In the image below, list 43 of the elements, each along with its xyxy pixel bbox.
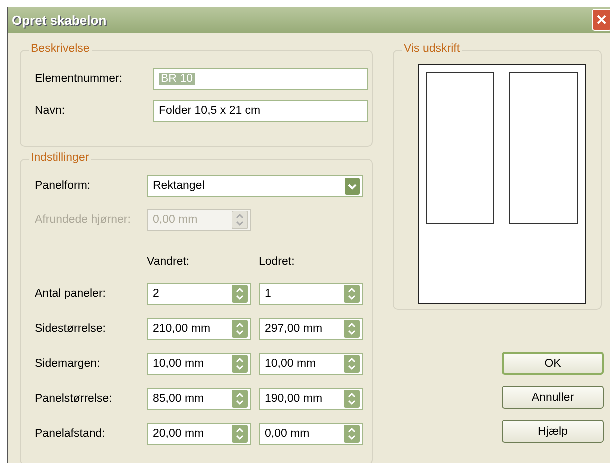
spin-field[interactable]: 0,00 mm: [259, 423, 363, 445]
dialog-button[interactable]: Hjælp: [502, 420, 604, 443]
field-label: Panelstørrelse:: [35, 393, 114, 405]
dropdown[interactable]: Rektangel: [147, 175, 363, 197]
spin-field[interactable]: 85,00 mm: [147, 388, 251, 410]
group-title: Beskrivelse: [29, 43, 92, 55]
field-label: Afrundede hjørner:: [35, 214, 132, 226]
spinner-arrows-icon[interactable]: [344, 425, 360, 443]
spin-field[interactable]: 2: [147, 283, 251, 305]
spinner-arrows-icon[interactable]: [344, 320, 360, 338]
field-label: Sidestørrelse:: [35, 323, 107, 335]
field-label: Panelafstand:: [35, 428, 106, 440]
spin-field[interactable]: 20,00 mm: [147, 423, 251, 445]
spinner-arrows-icon[interactable]: [232, 355, 248, 373]
field-value: Folder 10,5 x 21 cm: [159, 105, 261, 117]
text-field[interactable]: Folder 10,5 x 21 cm: [153, 100, 368, 122]
group-title: Indstillinger: [29, 152, 92, 164]
spinner-arrows-icon[interactable]: [232, 390, 248, 408]
field-label: Navn:: [35, 105, 66, 117]
spin-field[interactable]: 10,00 mm: [147, 353, 251, 375]
dialog-button[interactable]: Annuller: [502, 386, 604, 409]
field-label: Panelform:: [35, 180, 92, 192]
spinner-arrows-icon[interactable]: [232, 425, 248, 443]
spinner-arrows-icon[interactable]: [232, 285, 248, 303]
spinner-arrows-icon[interactable]: [344, 355, 360, 373]
field-label: Antal paneler:: [35, 288, 107, 300]
field-value: BR 10: [159, 73, 195, 85]
close-button[interactable]: ✕: [592, 9, 610, 31]
spinner-arrows-icon[interactable]: [232, 320, 248, 338]
column-heading: Vandret:: [147, 256, 191, 268]
spin-field[interactable]: 1: [259, 283, 363, 305]
dialog-button[interactable]: OK: [502, 352, 604, 375]
spin-field[interactable]: 210,00 mm: [147, 318, 251, 340]
spinner-arrows-icon[interactable]: [344, 390, 360, 408]
spin-field[interactable]: 190,00 mm: [259, 388, 363, 410]
field-label: Sidemargen:: [35, 358, 102, 370]
column-heading: Lodret:: [259, 256, 296, 268]
spin-field[interactable]: 297,00 mm: [259, 318, 363, 340]
group-title: Vis udskrift: [402, 43, 462, 55]
window-title: Opret skabelon: [11, 12, 107, 28]
spinner-arrows-icon[interactable]: [344, 285, 360, 303]
spin-field[interactable]: 10,00 mm: [259, 353, 363, 375]
field-label: Elementnummer:: [35, 73, 124, 85]
